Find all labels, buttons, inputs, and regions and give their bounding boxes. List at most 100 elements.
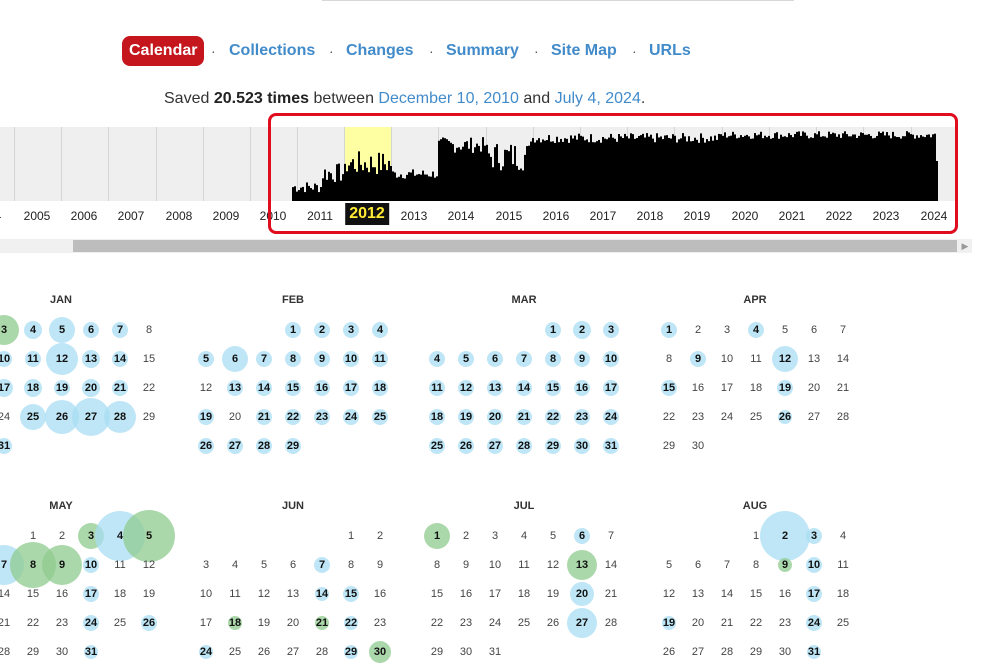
calendar-day-captured[interactable]: 13: [572, 555, 592, 575]
calendar-day-captured[interactable]: 30: [572, 436, 592, 456]
nav-calendar[interactable]: Calendar: [122, 36, 205, 66]
calendar-day-captured[interactable]: 26: [139, 613, 159, 633]
calendar-day-captured[interactable]: 10: [341, 349, 361, 369]
calendar-day-captured[interactable]: 28: [514, 436, 534, 456]
calendar-day-captured[interactable]: 17: [341, 378, 361, 398]
calendar-day-captured[interactable]: 6: [225, 349, 245, 369]
calendar-day-captured[interactable]: 27: [572, 613, 592, 633]
calendar-day-captured[interactable]: 9: [312, 349, 332, 369]
timeline-year-label[interactable]: 2009: [213, 209, 240, 223]
calendar-day-captured[interactable]: 4: [746, 320, 766, 340]
calendar-day-captured[interactable]: 18: [225, 613, 245, 633]
calendar-day-captured[interactable]: 25: [23, 407, 43, 427]
calendar-day-captured[interactable]: 29: [543, 436, 563, 456]
calendar-day-captured[interactable]: 26: [456, 436, 476, 456]
calendar-day-captured[interactable]: 18: [427, 407, 447, 427]
calendar-day-captured[interactable]: 31: [601, 436, 621, 456]
calendar-day-captured[interactable]: 1: [283, 320, 303, 340]
nav-urls[interactable]: URLs: [649, 36, 691, 66]
nav-changes[interactable]: Changes: [346, 36, 414, 66]
calendar-day-captured[interactable]: 20: [81, 378, 101, 398]
calendar-day-captured[interactable]: 9: [52, 555, 72, 575]
calendar-day-captured[interactable]: 14: [254, 378, 274, 398]
calendar-day-captured[interactable]: 19: [775, 378, 795, 398]
calendar-day-captured[interactable]: 3: [0, 320, 14, 340]
calendar-day-captured[interactable]: 24: [601, 407, 621, 427]
calendar-day-captured[interactable]: 4: [370, 320, 390, 340]
calendar-day-captured[interactable]: 2: [312, 320, 332, 340]
calendar-day-captured[interactable]: 15: [283, 378, 303, 398]
calendar-day-captured[interactable]: 19: [196, 407, 216, 427]
calendar-day-captured[interactable]: 14: [312, 584, 332, 604]
calendar-day-captured[interactable]: 12: [52, 349, 72, 369]
calendar-day-captured[interactable]: 23: [572, 407, 592, 427]
calendar-day-captured[interactable]: 10: [81, 555, 101, 575]
calendar-day-captured[interactable]: 22: [283, 407, 303, 427]
calendar-day-captured[interactable]: 5: [196, 349, 216, 369]
calendar-day-captured[interactable]: 5: [52, 320, 72, 340]
calendar-day-captured[interactable]: 13: [225, 378, 245, 398]
calendar-day-captured[interactable]: 27: [485, 436, 505, 456]
timeline-year-label[interactable]: 2005: [24, 209, 51, 223]
calendar-day-captured[interactable]: 19: [659, 613, 679, 633]
calendar-day-captured[interactable]: 21: [514, 407, 534, 427]
timeline-year-label[interactable]: 2006: [71, 209, 98, 223]
calendar-day-captured[interactable]: 15: [341, 584, 361, 604]
calendar-day-captured[interactable]: 17: [804, 584, 824, 604]
nav-site-map[interactable]: Site Map: [551, 36, 617, 66]
calendar-day-captured[interactable]: 29: [283, 436, 303, 456]
calendar-day-captured[interactable]: 26: [775, 407, 795, 427]
calendar-day-captured[interactable]: 28: [254, 436, 274, 456]
calendar-day-captured[interactable]: 21: [110, 378, 130, 398]
calendar-day-captured[interactable]: 13: [485, 378, 505, 398]
calendar-day-captured[interactable]: 21: [254, 407, 274, 427]
calendar-day-captured[interactable]: 28: [110, 407, 130, 427]
calendar-day-captured[interactable]: 11: [370, 349, 390, 369]
calendar-day-captured[interactable]: 5: [139, 526, 159, 546]
calendar-day-captured[interactable]: 16: [312, 378, 332, 398]
calendar-day-captured[interactable]: 24: [804, 613, 824, 633]
calendar-day-captured[interactable]: 12: [775, 349, 795, 369]
calendar-day-captured[interactable]: 17: [0, 378, 14, 398]
calendar-day-captured[interactable]: 4: [23, 320, 43, 340]
calendar-day-captured[interactable]: 31: [804, 642, 824, 662]
calendar-day-captured[interactable]: 14: [514, 378, 534, 398]
calendar-day-captured[interactable]: 3: [804, 526, 824, 546]
scrollbar-thumb[interactable]: [73, 240, 957, 252]
calendar-day-captured[interactable]: 6: [572, 526, 592, 546]
calendar-day-captured[interactable]: 7: [254, 349, 274, 369]
calendar-day-captured[interactable]: 12: [456, 378, 476, 398]
calendar-day-captured[interactable]: 16: [572, 378, 592, 398]
calendar-day-captured[interactable]: 10: [601, 349, 621, 369]
calendar-day-captured[interactable]: 10: [804, 555, 824, 575]
calendar-day-captured[interactable]: 24: [196, 642, 216, 662]
nav-summary[interactable]: Summary: [446, 36, 519, 66]
calendar-day-captured[interactable]: 4: [427, 349, 447, 369]
calendar-day-captured[interactable]: 26: [52, 407, 72, 427]
calendar-day-captured[interactable]: 27: [225, 436, 245, 456]
calendar-day-captured[interactable]: 25: [370, 407, 390, 427]
calendar-day-captured[interactable]: 20: [485, 407, 505, 427]
calendar-day-captured[interactable]: 9: [688, 349, 708, 369]
calendar-day-captured[interactable]: 30: [370, 642, 390, 662]
calendar-day-captured[interactable]: 20: [572, 584, 592, 604]
calendar-day-captured[interactable]: 1: [659, 320, 679, 340]
calendar-day-captured[interactable]: 8: [283, 349, 303, 369]
calendar-day-captured[interactable]: 6: [81, 320, 101, 340]
calendar-day-captured[interactable]: 7: [514, 349, 534, 369]
calendar-day-captured[interactable]: 9: [775, 555, 795, 575]
calendar-day-captured[interactable]: 25: [427, 436, 447, 456]
calendar-day-captured[interactable]: 17: [601, 378, 621, 398]
calendar-day-captured[interactable]: 24: [81, 613, 101, 633]
calendar-day-captured[interactable]: 31: [81, 642, 101, 662]
calendar-day-captured[interactable]: 15: [659, 378, 679, 398]
calendar-day-captured[interactable]: 8: [543, 349, 563, 369]
timeline-year-label[interactable]: 2007: [118, 209, 145, 223]
calendar-day-captured[interactable]: 7: [312, 555, 332, 575]
calendar-day-captured[interactable]: 5: [456, 349, 476, 369]
calendar-day-captured[interactable]: 19: [456, 407, 476, 427]
scroll-right-arrow-icon[interactable]: ▶: [959, 238, 971, 254]
calendar-day-captured[interactable]: 18: [23, 378, 43, 398]
calendar-day-captured[interactable]: 31: [0, 436, 14, 456]
first-capture-link[interactable]: December 10, 2010: [378, 90, 519, 107]
